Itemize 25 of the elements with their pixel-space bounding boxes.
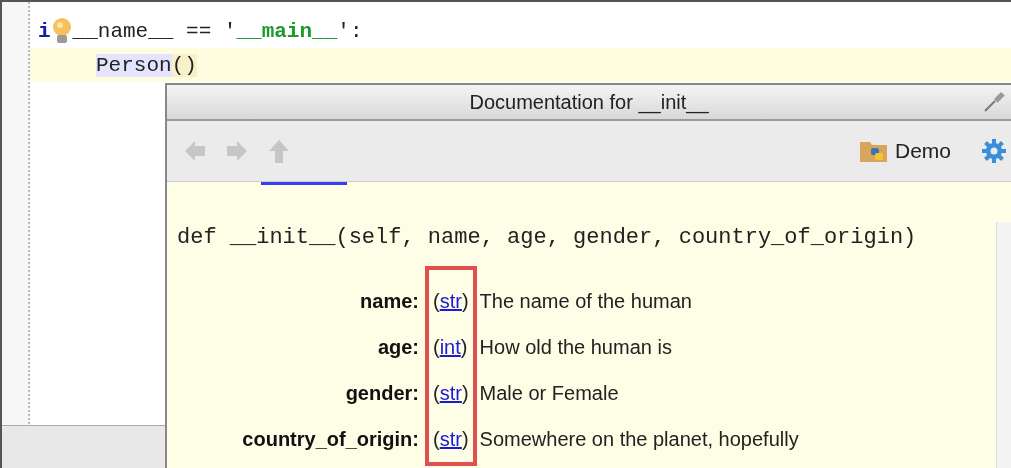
- paren: ): [460, 335, 468, 360]
- scrollbar[interactable]: [996, 222, 1011, 468]
- paren: (: [433, 427, 440, 452]
- paren: ): [461, 289, 469, 314]
- code-line: i __name__ == '__main__':: [37, 16, 364, 47]
- param-description: Somewhere on the planet, hopefully: [479, 427, 799, 452]
- param-description: The name of the human: [479, 289, 693, 314]
- paren: (: [433, 381, 440, 406]
- paren: ): [461, 427, 469, 452]
- popup-title: Documentation for __init__: [469, 90, 709, 114]
- function-signature: def __init__(self, name, age, gender, country_of_origin): [177, 225, 918, 250]
- paren: (: [433, 289, 440, 314]
- paren: (: [433, 335, 440, 360]
- param-description: How old the human is: [479, 335, 673, 360]
- type-link[interactable]: int: [439, 324, 461, 370]
- param-name: country_of_origin:: [242, 427, 419, 452]
- param-name: gender:: [345, 381, 419, 406]
- paren: ): [461, 381, 469, 406]
- lightbulb-icon[interactable]: [50, 17, 73, 45]
- param-description: Male or Female: [479, 381, 620, 406]
- param-name: age:: [377, 335, 419, 360]
- param-name: name:: [360, 289, 419, 314]
- project-name[interactable]: Demo: [894, 139, 951, 163]
- settings-icon[interactable]: [981, 138, 1007, 164]
- pin-icon[interactable]: [983, 89, 1007, 113]
